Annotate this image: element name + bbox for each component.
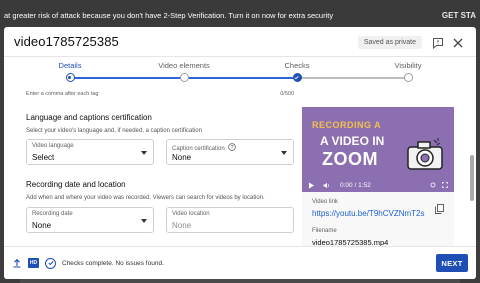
step-visibility[interactable]: Visibility bbox=[368, 61, 448, 82]
svg-text:?: ? bbox=[230, 145, 233, 151]
tags-hint: Enter a comma after each tag bbox=[26, 91, 99, 97]
thumb-text-line3: ZOOM bbox=[322, 149, 378, 169]
get-started-link[interactable]: GET STA bbox=[442, 11, 476, 20]
recording-date-select[interactable]: Recording date None bbox=[26, 207, 154, 233]
field-label: Recording date bbox=[32, 211, 73, 217]
check-icon bbox=[292, 73, 302, 82]
video-preview-card: RECORDING A A VIDEO IN ZOOM 0:00 / 1:52 bbox=[302, 107, 454, 247]
thumb-text-line1: RECORDING A bbox=[312, 120, 382, 130]
dialog-footer: HD Checks complete. No issues found. NEX… bbox=[4, 246, 476, 279]
video-language-select[interactable]: Video language Select bbox=[26, 139, 154, 165]
upload-stepper: Details Video elements Checks Visibility bbox=[4, 57, 476, 89]
recording-section-title: Recording date and location bbox=[26, 180, 126, 189]
dialog-header: video1785725385 Saved as private bbox=[4, 27, 476, 57]
step-current-indicator bbox=[65, 73, 75, 82]
settings-icon[interactable] bbox=[430, 182, 436, 188]
player-controls: 0:00 / 1:52 bbox=[302, 178, 454, 192]
recording-section-desc: Add when and where your video was record… bbox=[26, 195, 265, 201]
fullscreen-icon[interactable] bbox=[442, 182, 448, 188]
video-location-input[interactable]: Video location None bbox=[166, 207, 294, 233]
upload-icon[interactable] bbox=[12, 258, 22, 268]
chevron-down-icon bbox=[141, 219, 147, 223]
help-icon[interactable]: ? bbox=[227, 143, 236, 151]
video-thumbnail[interactable]: RECORDING A A VIDEO IN ZOOM 0:00 / 1:52 bbox=[302, 107, 454, 192]
step-details[interactable]: Details bbox=[30, 61, 110, 82]
hd-icon[interactable]: HD bbox=[28, 258, 39, 268]
scrollbar[interactable] bbox=[470, 155, 474, 201]
field-label: Video location bbox=[172, 211, 210, 217]
step-indicator bbox=[403, 73, 413, 82]
step-label: Video elements bbox=[158, 61, 210, 70]
language-section-title: Language and captions certification bbox=[26, 113, 152, 122]
upload-dialog: video1785725385 Saved as private Details… bbox=[4, 27, 476, 279]
step-label: Details bbox=[58, 61, 82, 70]
camera-icon bbox=[407, 138, 443, 170]
language-section-desc: Select your video's language and, if nee… bbox=[26, 128, 202, 134]
feedback-icon[interactable] bbox=[432, 36, 444, 50]
video-link[interactable]: https://youtu.be/T9hCVZNmT2s bbox=[312, 209, 425, 218]
step-label: Checks bbox=[284, 61, 310, 70]
security-banner: at greater risk of attack because you do… bbox=[0, 0, 480, 30]
player-right-controls bbox=[430, 182, 448, 188]
chevron-down-icon bbox=[281, 151, 287, 155]
field-value: Select bbox=[32, 153, 55, 162]
checks-status-text: Checks complete. No issues found. bbox=[62, 259, 164, 267]
field-label-text: Caption certification bbox=[172, 146, 225, 152]
video-time: 0:00 / 1:52 bbox=[340, 181, 371, 189]
checks-complete-icon[interactable] bbox=[45, 257, 56, 269]
field-value: None bbox=[32, 221, 52, 230]
field-value: None bbox=[172, 153, 192, 162]
field-label: Video language bbox=[32, 143, 74, 149]
close-icon[interactable] bbox=[452, 36, 464, 48]
saved-status-badge: Saved as private bbox=[357, 36, 422, 49]
thumb-text-line2: A VIDEO IN bbox=[320, 134, 385, 148]
play-icon[interactable] bbox=[308, 182, 315, 189]
field-label: Caption certification? bbox=[172, 143, 236, 152]
copy-icon[interactable] bbox=[435, 204, 444, 214]
filename-label: Filename bbox=[312, 228, 337, 234]
step-label: Visibility bbox=[394, 61, 422, 70]
banner-text: at greater risk of attack because you do… bbox=[4, 10, 334, 20]
step-indicator bbox=[179, 73, 189, 82]
volume-icon[interactable] bbox=[323, 182, 330, 189]
chevron-down-icon bbox=[141, 151, 147, 155]
next-button[interactable]: NEXT bbox=[436, 254, 468, 272]
step-checks[interactable]: Checks bbox=[257, 61, 337, 82]
tags-count: 0/500 bbox=[280, 91, 294, 97]
video-link-label: Video link bbox=[312, 199, 338, 205]
step-video-elements[interactable]: Video elements bbox=[144, 61, 224, 82]
dialog-title: video1785725385 bbox=[14, 34, 119, 49]
field-placeholder: None bbox=[172, 221, 192, 230]
caption-certification-select[interactable]: Caption certification? None bbox=[166, 139, 294, 165]
